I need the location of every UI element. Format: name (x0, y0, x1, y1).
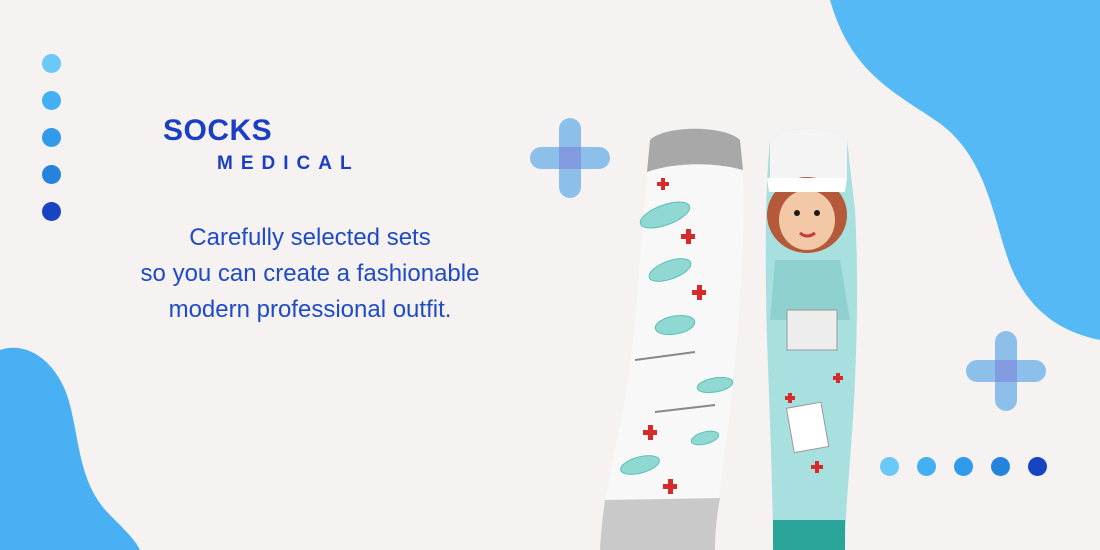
tagline-line-2: so you can create a fashionable (140, 260, 480, 287)
socks-photo (600, 128, 858, 550)
nurse-sock-illustration (765, 128, 858, 550)
tagline-line-1: Carefully selected sets (189, 224, 431, 251)
tagline-line-3: modern professional outfit. (168, 296, 452, 323)
brand-logo: SOCKS MEDICAL (163, 114, 360, 174)
dot (42, 202, 61, 221)
dot (954, 457, 973, 476)
vertical-dots (42, 54, 64, 239)
dot (991, 457, 1010, 476)
brand-line-1: SOCKS (163, 114, 273, 147)
dot (42, 91, 61, 110)
dot (42, 54, 61, 73)
plus-icon (966, 331, 1046, 411)
horizontal-dots (880, 457, 1047, 476)
mask-pattern-sock-illustration (600, 128, 744, 550)
dot (42, 165, 61, 184)
dot (1028, 457, 1047, 476)
brand-line-2: MEDICAL (217, 153, 360, 174)
tagline: Carefully selected sets so you can creat… (100, 220, 520, 328)
bottom-left-blob (0, 347, 140, 550)
banner: SOCKS MEDICAL Carefully selected sets so… (0, 0, 1100, 550)
dot (917, 457, 936, 476)
dot (42, 128, 61, 147)
